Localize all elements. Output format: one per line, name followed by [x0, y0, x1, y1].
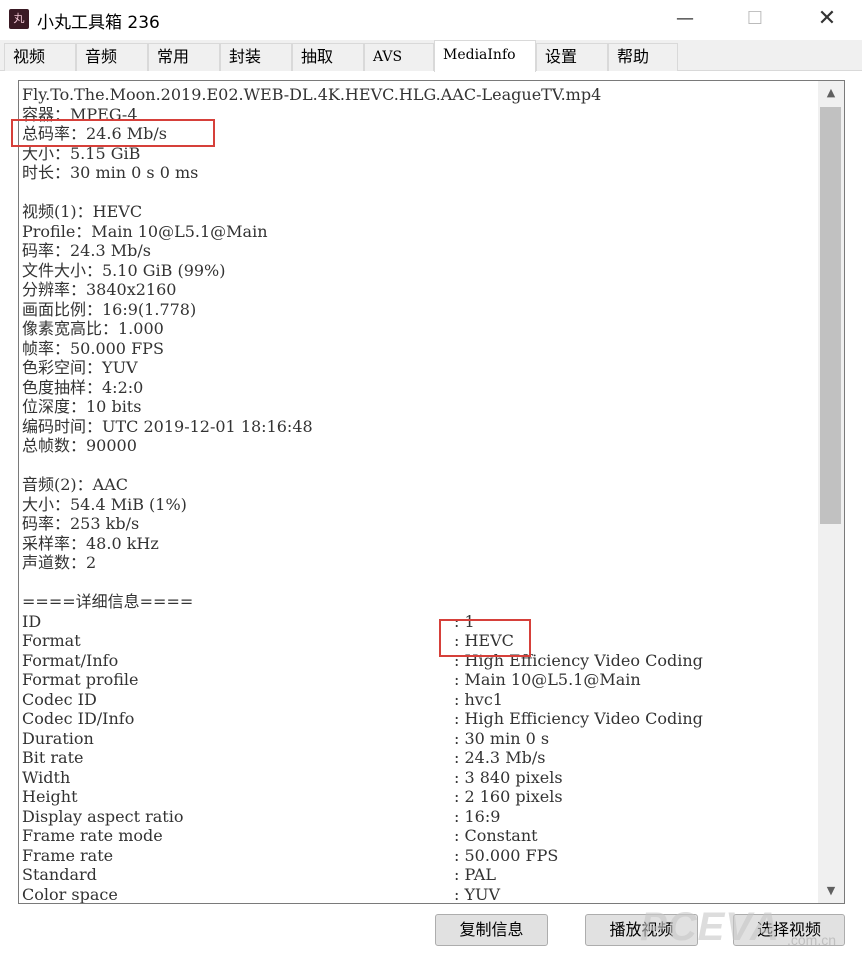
size-line: 大小：5.15 GiB: [22, 143, 141, 163]
detail-row: Frame rate : 50.000 FPS: [22, 846, 817, 866]
tab-mediainfo[interactable]: MediaInfo: [434, 40, 536, 72]
detail-value: : YUV: [454, 884, 501, 904]
detail-key: Color space: [22, 884, 118, 904]
detail-value: : hvc1: [454, 689, 503, 709]
scroll-up-icon[interactable]: ▲: [818, 83, 844, 103]
detail-value: : Main 10@L5.1@Main: [454, 670, 641, 689]
detail-value: : High Efficiency Video Coding: [454, 709, 703, 728]
tab-mux[interactable]: 封装: [220, 43, 292, 71]
duration-line: 时长：30 min 0 s 0 ms: [22, 163, 199, 182]
tab-settings[interactable]: 设置: [536, 43, 608, 71]
detail-row: Display aspect ratio : 16:9: [22, 807, 817, 827]
detail-row: Width : 3 840 pixels: [22, 768, 817, 788]
detail-key: Codec ID/Info: [22, 709, 135, 728]
minimize-button[interactable]: —: [662, 0, 708, 40]
video-pixel-aspect-line: 像素宽高比：1.000: [22, 319, 164, 338]
tab-bar: 视频 音频 常用 封装 抽取 AVS MediaInfo 设置 帮助: [0, 40, 862, 72]
detail-value: : HEVC: [454, 631, 514, 650]
video-colorspace-line: 色彩空间：YUV: [22, 358, 138, 377]
detail-key: Display aspect ratio: [22, 806, 184, 826]
tab-audio[interactable]: 音频: [76, 43, 148, 71]
detail-value: : 50.000 FPS: [454, 845, 559, 865]
audio-channels-line: 声道数：2: [22, 553, 97, 572]
detail-value: : 3 840 pixels: [454, 767, 563, 787]
detail-value: : PAL: [454, 865, 496, 884]
filename-line: Fly.To.The.Moon.2019.E02.WEB-DL.4K.HEVC.…: [22, 85, 602, 104]
app-icon: 丸: [9, 9, 29, 29]
detail-key: Frame rate: [22, 845, 114, 865]
maximize-button[interactable]: ☐: [732, 0, 778, 40]
detail-key: Format profile: [22, 670, 139, 689]
detail-row: Format profile : Main 10@L5.1@Main: [22, 670, 817, 690]
detail-value: : Constant: [454, 826, 538, 845]
tab-extract[interactable]: 抽取: [292, 43, 364, 71]
detail-key: Format: [22, 631, 81, 650]
video-aspect-line: 画面比例：16:9(1.778): [22, 299, 197, 319]
detail-row: Codec ID/Info : High Efficiency Video Cod…: [22, 709, 817, 729]
detail-row: Duration : 30 min 0 s: [22, 729, 817, 749]
tab-help[interactable]: 帮助: [608, 43, 678, 71]
video-frames-line: 总帧数：90000: [22, 436, 137, 455]
mediainfo-textbox[interactable]: Fly.To.The.Moon.2019.E02.WEB-DL.4K.HEVC.…: [18, 80, 845, 904]
audio-bitrate-line: 码率：253 kb/s: [22, 514, 140, 533]
video-bitdepth-line: 位深度：10 bits: [22, 397, 142, 416]
detail-key: Frame rate mode: [22, 826, 163, 845]
detail-row: Codec ID : hvc1: [22, 690, 817, 710]
detail-row: Format : HEVC: [22, 631, 817, 651]
video-bitrate-line: 码率：24.3 Mb/s: [22, 241, 151, 260]
detail-row: Color space : YUV: [22, 884, 817, 904]
video-fps-line: 帧率：50.000 FPS: [22, 338, 164, 358]
video-header-line: 视频(1)：HEVC: [22, 202, 143, 221]
detail-key: Duration: [22, 728, 94, 748]
detail-key: Width: [22, 767, 71, 787]
title-bar: 丸 小丸工具箱 236 — ☐ ✕: [0, 0, 862, 40]
detail-key: Format/Info: [22, 650, 119, 670]
detail-row: ID : 1: [22, 612, 817, 632]
vertical-scrollbar[interactable]: ▲ ▼: [818, 81, 844, 903]
audio-samplerate-line: 采样率：48.0 kHz: [22, 533, 159, 553]
detail-row: Height : 2 160 pixels: [22, 787, 817, 807]
detail-value: : 1: [454, 611, 475, 631]
detail-key: Bit rate: [22, 748, 84, 767]
play-video-button[interactable]: 播放视频: [585, 914, 698, 946]
close-button[interactable]: ✕: [804, 0, 850, 40]
tab-video[interactable]: 视频: [4, 43, 76, 71]
scroll-down-icon[interactable]: ▼: [818, 881, 844, 901]
mediainfo-text: Fly.To.The.Moon.2019.E02.WEB-DL.4K.HEVC.…: [22, 85, 817, 904]
details-header-line: ====详细信息====: [22, 592, 194, 611]
detail-key: Height: [22, 787, 78, 806]
copy-info-button[interactable]: 复制信息: [435, 914, 548, 946]
detail-key: Standard: [22, 865, 97, 884]
audio-header-line: 音频(2)：AAC: [22, 475, 129, 494]
tab-avs[interactable]: AVS: [364, 43, 434, 71]
window-title: 小丸工具箱 236: [37, 13, 160, 33]
detail-row: Format/Info : High Efficiency Video Codin…: [22, 651, 817, 671]
video-chroma-line: 色度抽样：4:2:0: [22, 377, 144, 397]
scroll-thumb[interactable]: [820, 107, 841, 524]
detail-value: : 2 160 pixels: [454, 787, 563, 806]
detail-value: : 30 min 0 s: [454, 728, 550, 748]
container-line: 容器：MPEG-4: [22, 104, 138, 124]
detail-value: : 16:9: [454, 806, 501, 826]
total-bitrate-line: 总码率：24.6 Mb/s: [22, 124, 167, 143]
video-encoded-line: 编码时间：UTC 2019-12-01 18:16:48: [22, 416, 313, 436]
video-filesize-line: 文件大小：5.10 GiB (99%): [22, 260, 226, 280]
detail-row: Frame rate mode : Constant: [22, 826, 817, 846]
detail-key: ID: [22, 611, 42, 631]
detail-value: : 24.3 Mb/s: [454, 748, 546, 767]
detail-key: Codec ID: [22, 689, 97, 709]
audio-size-line: 大小：54.4 MiB (1%): [22, 494, 187, 514]
detail-row: Bit rate : 24.3 Mb/s: [22, 748, 817, 768]
select-video-button[interactable]: 选择视频: [733, 914, 845, 946]
tab-common[interactable]: 常用: [148, 43, 220, 71]
video-profile-line: Profile：Main 10@L5.1@Main: [22, 221, 268, 241]
detail-row: Standard : PAL: [22, 865, 817, 885]
video-resolution-line: 分辨率：3840x2160: [22, 280, 177, 299]
detail-value: : High Efficiency Video Coding: [454, 650, 703, 670]
